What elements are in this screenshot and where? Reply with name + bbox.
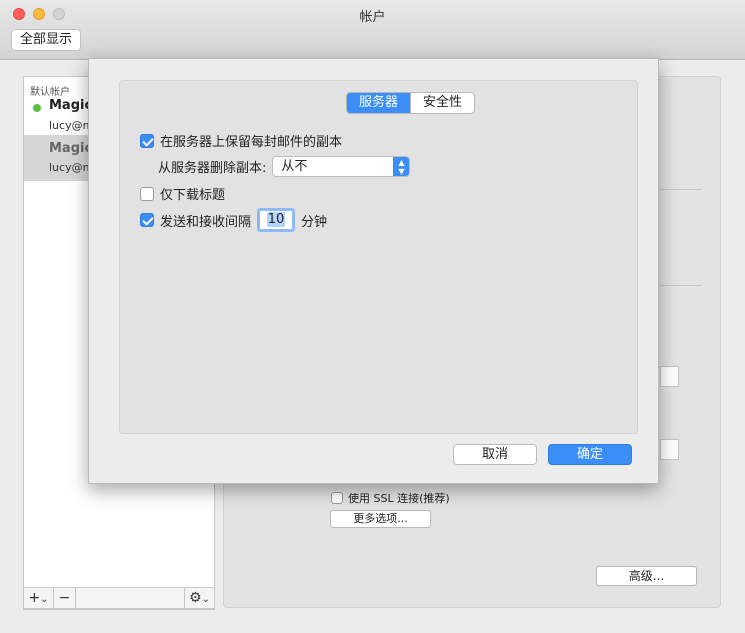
plus-icon: + — [28, 590, 41, 606]
online-status-icon — [33, 104, 41, 112]
tab-server[interactable]: 服务器 — [347, 93, 411, 113]
delete-copy-value: 从不 — [281, 159, 308, 174]
interval-input[interactable]: 10 — [257, 208, 296, 232]
account-name: Magic — [49, 141, 93, 156]
cancel-button[interactable]: 取消 — [453, 444, 537, 465]
ssl-checkbox[interactable] — [331, 492, 343, 504]
keep-copy-checkbox[interactable] — [140, 133, 154, 148]
ok-button[interactable]: 确定 — [548, 444, 632, 465]
headers-only-checkbox[interactable] — [140, 186, 154, 201]
keep-copy-option[interactable]: 在服务器上保留每封邮件的副本 — [140, 131, 342, 150]
add-account-button[interactable]: +⌄ — [24, 588, 54, 608]
detail-field[interactable] — [660, 439, 679, 460]
settings-group-box: 服务器 安全性 在服务器上保留每封邮件的副本 从服务器删除副本: 从不 ▲ ▼ 仅… — [119, 80, 638, 434]
delete-copy-label: 从服务器删除副本: — [158, 161, 267, 176]
more-options-button[interactable]: 更多选项... — [330, 510, 431, 528]
account-email: lucy@m — [49, 119, 94, 132]
accounts-window: 帐户 全部显示 使用 SSL 连接(推荐) 更多选项... 高级... 默认帐户… — [0, 0, 745, 633]
keep-copy-label: 在服务器上保留每封邮件的副本 — [160, 135, 343, 150]
send-receive-label: 发送和接收间隔 — [160, 214, 252, 230]
advanced-button[interactable]: 高级... — [596, 566, 697, 586]
headers-only-option[interactable]: 仅下载标题 — [140, 184, 225, 203]
panel-divider — [660, 285, 702, 286]
interval-unit-label: 分钟 — [301, 214, 328, 230]
account-name: Magic — [49, 98, 93, 113]
panel-divider — [660, 189, 702, 190]
account-email: lucy@m — [49, 161, 94, 174]
account-actions-button[interactable]: ⚙⌄ — [184, 588, 214, 608]
select-arrows-icon: ▲ ▼ — [393, 157, 410, 176]
delete-copy-row: 从服务器删除副本: 从不 ▲ ▼ — [158, 156, 411, 177]
window-bottom-strip — [0, 622, 745, 633]
server-settings-sheet: 服务器 安全性 在服务器上保留每封邮件的副本 从服务器删除副本: 从不 ▲ ▼ 仅… — [88, 58, 659, 484]
ssl-option[interactable]: 使用 SSL 连接(推荐) — [331, 490, 450, 506]
send-receive-checkbox[interactable] — [140, 213, 154, 227]
gear-icon: ⚙ — [189, 590, 202, 606]
titlebar: 帐户 全部显示 — [0, 0, 745, 60]
delete-copy-select[interactable]: 从不 ▲ ▼ — [272, 156, 411, 177]
interval-value: 10 — [266, 212, 286, 227]
headers-only-label: 仅下载标题 — [160, 188, 226, 203]
settings-tab-bar: 服务器 安全性 — [346, 92, 476, 114]
chevron-down-icon: ⌄ — [40, 594, 49, 605]
remove-account-button[interactable]: − — [54, 588, 76, 608]
chevron-down-icon: ⌄ — [201, 594, 210, 605]
show-all-button[interactable]: 全部显示 — [11, 29, 82, 51]
tab-security[interactable]: 安全性 — [410, 93, 474, 113]
send-receive-option: 发送和接收间隔 10 分钟 — [140, 208, 327, 232]
account-list-toolbar: +⌄ − ⚙⌄ — [23, 587, 215, 609]
window-title: 帐户 — [359, 10, 386, 25]
detail-field[interactable] — [660, 366, 679, 387]
ssl-label: 使用 SSL 连接(推荐) — [348, 492, 450, 505]
